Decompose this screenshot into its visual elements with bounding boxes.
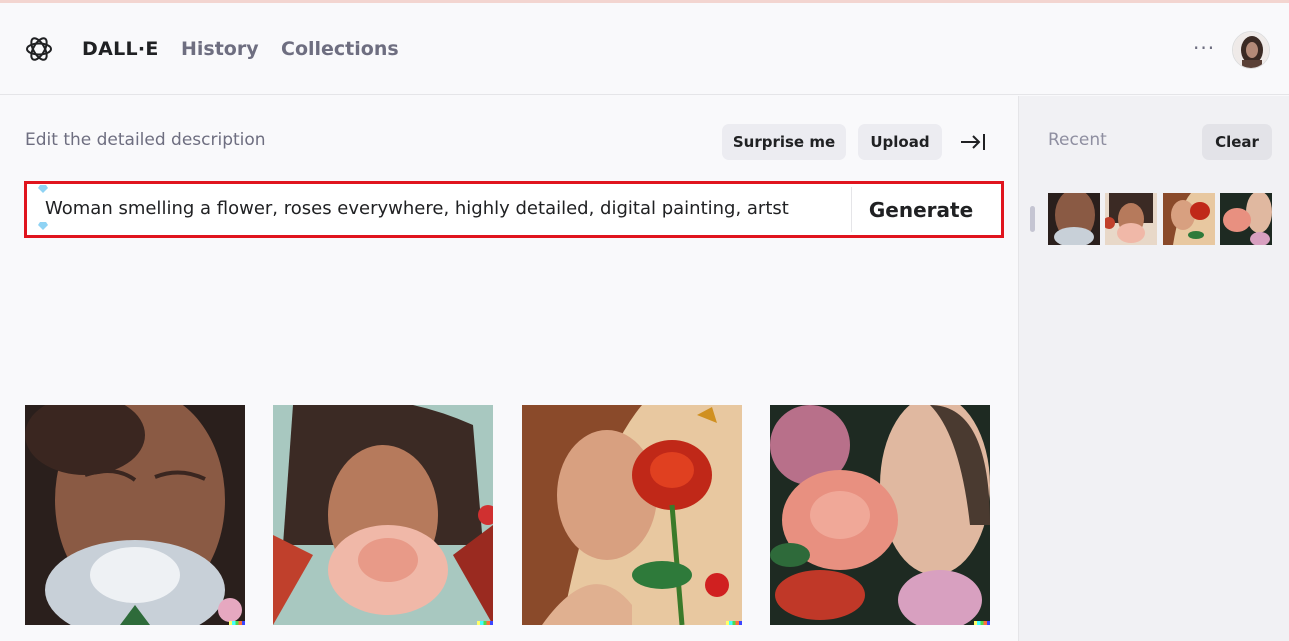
app-header: DALL·E History Collections ··· <box>0 3 1289 95</box>
recent-thumbnail[interactable] <box>1220 193 1272 245</box>
recent-sidebar: Recent Clear <box>1018 96 1289 641</box>
result-image[interactable] <box>273 405 493 625</box>
result-image[interactable] <box>25 405 245 625</box>
openai-logo-icon[interactable] <box>24 34 54 64</box>
upload-button[interactable]: Upload <box>858 124 942 160</box>
prompt-bar: Woman smelling a flower, roses everywher… <box>24 181 1004 238</box>
instruction-text: Edit the detailed description <box>25 130 266 150</box>
nav-history[interactable]: History <box>181 38 259 60</box>
watermark <box>726 621 742 625</box>
watermark <box>477 621 493 625</box>
more-icon[interactable]: ··· <box>1193 36 1215 60</box>
watermark <box>974 621 990 625</box>
prompt-input[interactable]: Woman smelling a flower, roses everywher… <box>45 198 845 219</box>
avatar[interactable] <box>1232 31 1270 69</box>
generate-button[interactable]: Generate <box>853 187 989 232</box>
gem-icon <box>38 222 48 230</box>
nav-collections[interactable]: Collections <box>281 38 399 60</box>
recent-label: Recent <box>1048 130 1107 150</box>
surprise-me-button[interactable]: Surprise me <box>722 124 846 160</box>
result-image[interactable] <box>770 405 990 625</box>
gem-icon <box>38 185 48 193</box>
recent-thumbnail[interactable] <box>1163 193 1215 245</box>
watermark <box>229 621 245 625</box>
clear-button[interactable]: Clear <box>1202 124 1272 160</box>
scrollbar[interactable] <box>1030 206 1035 232</box>
recent-thumbnail[interactable] <box>1105 193 1157 245</box>
divider <box>851 187 852 232</box>
collapse-sidebar-icon[interactable] <box>958 130 988 154</box>
editor-panel: Edit the detailed description Surprise m… <box>0 96 1018 641</box>
brand-title[interactable]: DALL·E <box>82 38 159 60</box>
result-image[interactable] <box>522 405 742 625</box>
recent-thumbnail[interactable] <box>1048 193 1100 245</box>
